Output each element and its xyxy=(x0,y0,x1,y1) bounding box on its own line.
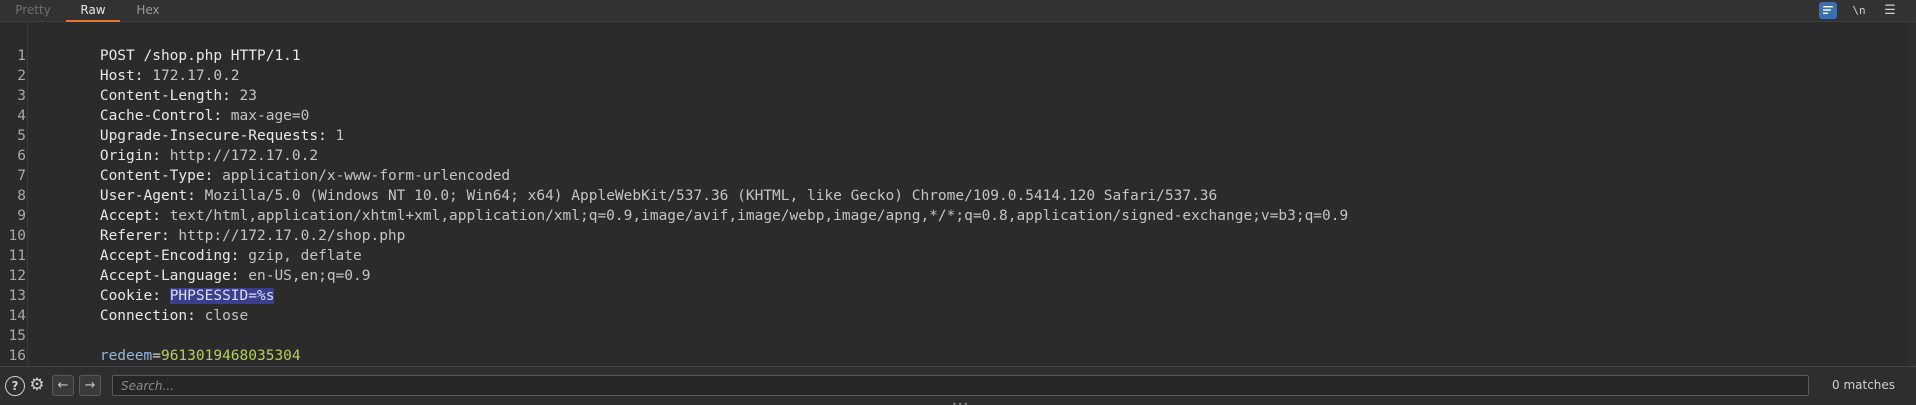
arrow-left-icon: ← xyxy=(57,378,69,393)
vertical-scrollbar[interactable] xyxy=(1908,23,1916,366)
header-value: 1 xyxy=(326,128,345,144)
search-bar: ? ⚙ ← → 0 matches ••• xyxy=(0,366,1916,405)
body-line: 16 redeem=9613019468035304 xyxy=(9,326,301,364)
header-line: 10 Referer: http://172.17.0.2/shop.php xyxy=(9,206,406,244)
show-newlines-button[interactable]: \n xyxy=(1848,2,1870,19)
header-line: 5 Upgrade-Insecure-Requests: 1 xyxy=(17,106,344,144)
line-number: 11 xyxy=(8,248,26,264)
header-line: 13 Cookie: PHPSESSID=%s xyxy=(9,266,275,304)
header-value: close xyxy=(195,308,249,324)
param-key: redeem xyxy=(99,348,153,364)
word-wrap-icon[interactable] xyxy=(1819,2,1837,19)
line-number: 13 xyxy=(8,288,26,304)
header-line: 8 User-Agent: Mozilla/5.0 (Windows NT 10.… xyxy=(17,166,1217,204)
header-line: 6 Origin: http://172.17.0.2 xyxy=(17,126,318,164)
line-number: 7 xyxy=(17,168,26,184)
header-line: 9 Accept: text/html,application/xhtml+xml… xyxy=(17,186,1348,224)
request-line: 1 POST /shop.php HTTP/1.1 xyxy=(17,26,300,64)
line-number: 1 xyxy=(17,48,26,64)
line-number: 12 xyxy=(8,268,26,284)
line-number: 6 xyxy=(17,148,26,164)
line-number: 9 xyxy=(17,208,26,224)
line-number: 8 xyxy=(17,188,26,204)
arrow-right-icon: → xyxy=(84,378,96,393)
match-count: 0 matches xyxy=(1832,378,1896,392)
gear-icon[interactable]: ⚙ xyxy=(27,376,47,396)
search-input[interactable] xyxy=(112,375,1809,396)
param-value: 9613019468035304 xyxy=(160,348,301,364)
hamburger-menu-icon[interactable]: ☰ xyxy=(1880,2,1900,19)
tab-raw[interactable]: Raw xyxy=(66,0,120,22)
next-match-button[interactable]: → xyxy=(79,375,101,396)
line-number: 10 xyxy=(8,228,26,244)
raw-request-editor[interactable]: 1 POST /shop.php HTTP/1.1 2 Host: 172.17.0… xyxy=(0,23,1908,366)
line-number: 5 xyxy=(17,128,26,144)
blank-line: 15 xyxy=(9,306,100,344)
line-number: 14 xyxy=(8,308,26,324)
header-line: 14 Connection: close xyxy=(9,286,249,324)
header-line: 7 Content-Type: application/x-www-form-ur… xyxy=(17,146,510,184)
header-name: Connection xyxy=(99,308,188,324)
header-line: 12 Accept-Language: en-US,en;q=0.9 xyxy=(9,246,371,284)
header-line: 11 Accept-Encoding: gzip, deflate xyxy=(9,226,362,264)
view-tabbar: Pretty Raw Hex \n ☰ xyxy=(0,0,1916,22)
line-number: 4 xyxy=(17,108,26,124)
tab-hex[interactable]: Hex xyxy=(120,0,176,22)
header-line: 4 Cache-Control: max-age=0 xyxy=(17,86,309,124)
line-number: 2 xyxy=(17,68,26,84)
resize-grip-icon[interactable]: ••• xyxy=(952,400,969,405)
line-number: 15 xyxy=(8,328,26,344)
header-line: 2 Host: 172.17.0.2 xyxy=(17,46,239,84)
help-icon[interactable]: ? xyxy=(5,376,25,396)
message-editor: Pretty Raw Hex \n ☰ 1 POST /shop.php HTTP… xyxy=(0,0,1916,405)
line-number: 16 xyxy=(8,348,26,364)
header-line: 3 Content-Length: 23 xyxy=(17,66,257,104)
line-number: 3 xyxy=(17,88,26,104)
tab-pretty[interactable]: Pretty xyxy=(0,0,66,22)
previous-match-button[interactable]: ← xyxy=(52,375,74,396)
